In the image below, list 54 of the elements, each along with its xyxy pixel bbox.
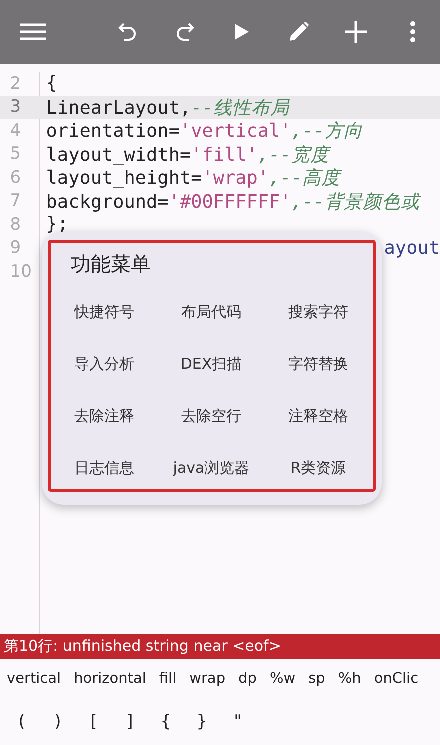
more-icon <box>410 21 416 43</box>
line-number: 8 <box>9 214 22 235</box>
symbol-key[interactable]: ) <box>40 712 76 732</box>
suggestion-chip[interactable]: horizontal <box>74 671 146 687</box>
code-text: layout_width='fill',--宽度 <box>45 144 330 167</box>
suggestion-chip[interactable]: %w <box>270 671 296 687</box>
menu-item[interactable]: 去除空行 <box>158 390 265 442</box>
symbol-key[interactable]: ] <box>112 712 148 732</box>
redo-icon <box>175 21 196 43</box>
undo-icon <box>118 21 138 43</box>
line-number: 3 <box>9 97 22 118</box>
suggestion-chip[interactable]: vertical <box>7 671 62 687</box>
symbol-key[interactable]: [ <box>76 712 112 732</box>
menu-item[interactable]: 布局代码 <box>158 286 265 338</box>
line-number: 10 <box>9 262 33 282</box>
add-icon <box>344 21 367 43</box>
code-text: orientation='vertical',--方向 <box>45 120 363 144</box>
menu-icon <box>20 23 46 41</box>
symbol-key[interactable]: ( <box>4 712 40 732</box>
suggestion-chip[interactable]: fill <box>159 671 177 687</box>
suggestion-chip[interactable]: sp <box>308 671 326 687</box>
symbol-key[interactable]: } <box>184 712 220 732</box>
suggestion-chip[interactable]: dp <box>238 671 257 687</box>
menu-item[interactable]: java浏览器 <box>158 442 265 494</box>
play-icon <box>234 23 250 41</box>
line-number: 6 <box>9 168 22 188</box>
error-message: 第10行: unfinished string near <eof> <box>0 634 440 659</box>
line-number: 2 <box>9 74 22 94</box>
menu-item[interactable]: 导入分析 <box>51 338 158 390</box>
menu-item[interactable]: 字符替换 <box>265 338 372 390</box>
menu-item[interactable]: 快捷符号 <box>51 286 158 338</box>
suggestion-chip[interactable]: onClic <box>374 671 419 687</box>
line-number: 9 <box>9 238 22 258</box>
line-number: 5 <box>9 144 22 164</box>
code-text: background='#00FFFFFF',--背景颜色或 <box>45 190 420 214</box>
popup-title: 功能菜单 <box>70 251 152 278</box>
menu-item[interactable]: 去除注释 <box>51 390 158 442</box>
line-number: 4 <box>9 120 22 141</box>
symbol-key[interactable]: " <box>220 712 256 732</box>
code-text: LinearLayout,--线性布局 <box>45 96 290 120</box>
code-text: { <box>45 73 58 94</box>
menu-item[interactable]: DEX扫描 <box>158 338 265 390</box>
menu-item[interactable]: 搜索字符 <box>265 286 372 338</box>
menu-item[interactable]: 日志信息 <box>51 442 158 494</box>
menu-item[interactable]: 注释空格 <box>265 390 372 442</box>
suggestion-chip[interactable]: wrap <box>190 671 226 687</box>
line-number: 7 <box>9 191 22 212</box>
symbol-key[interactable]: { <box>148 712 184 732</box>
suggestion-chip[interactable]: %h <box>338 671 362 687</box>
code-text: layout_height='wrap',--高度 <box>45 167 340 190</box>
code-text: ayout <box>383 238 440 259</box>
pencil-icon <box>288 21 310 43</box>
menu-item[interactable]: R类资源 <box>265 442 372 494</box>
code-text: }; <box>45 214 69 236</box>
